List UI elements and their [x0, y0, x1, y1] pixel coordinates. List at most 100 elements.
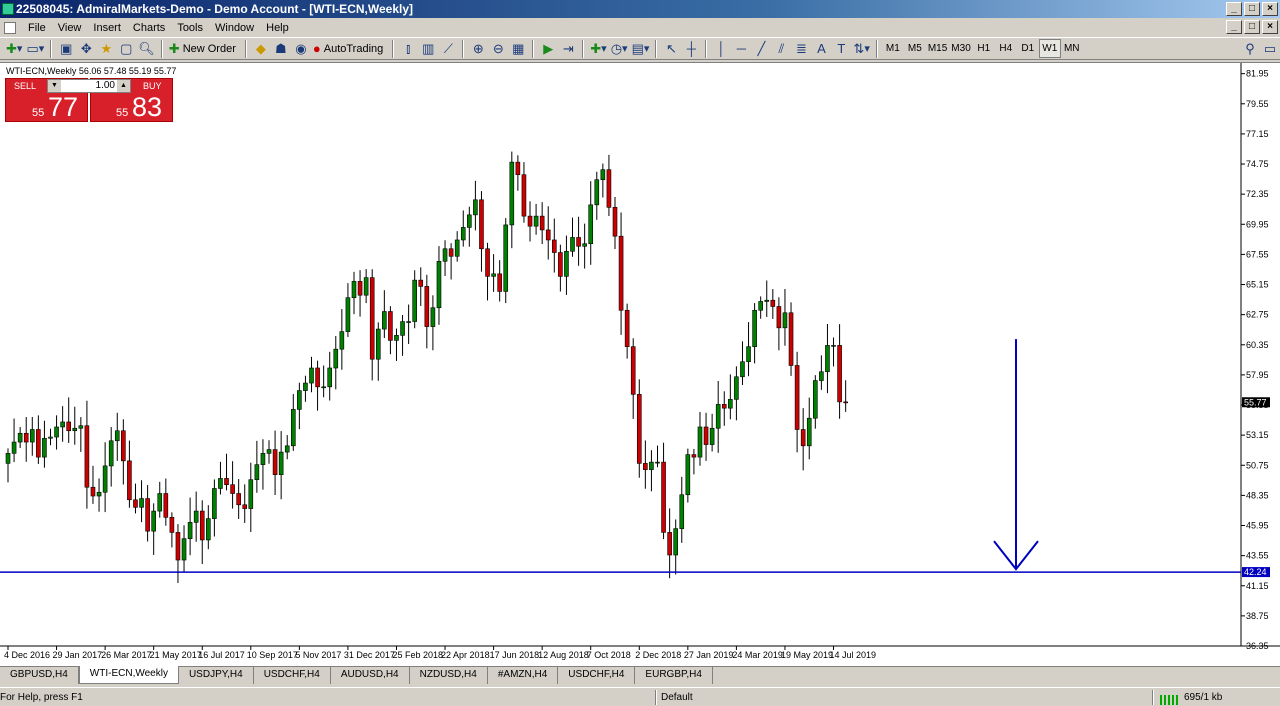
bear-candle: [770, 299, 776, 307]
maximize-button[interactable]: □: [1244, 2, 1260, 16]
bear-candle: [630, 346, 636, 395]
new-chart-icon[interactable]: ✚ ▾: [4, 39, 24, 58]
chart-canvas[interactable]: 81.95 79.55 77.15 74.75 72.35 69.95 67.55 65.15…: [0, 63, 1280, 667]
menu-tools[interactable]: Tools: [171, 22, 209, 34]
timeframe-mn[interactable]: MN: [1061, 39, 1083, 58]
bar-chart-icon[interactable]: ⫾: [398, 39, 418, 58]
indicators-icon[interactable]: ✚ ▾: [588, 39, 608, 58]
connection-traffic: 695/1 kb: [1184, 692, 1223, 703]
close-button[interactable]: ×: [1262, 2, 1278, 16]
menu-file[interactable]: File: [22, 22, 52, 34]
bear-candle: [479, 199, 484, 250]
volume-down-icon[interactable]: ▼: [48, 80, 61, 92]
x-tick-label: 2 Dec 2018: [635, 650, 681, 660]
bull-candle: [764, 299, 770, 302]
timeframe-d1[interactable]: D1: [1017, 39, 1039, 58]
candlestick-icon[interactable]: ▥: [418, 39, 438, 58]
zoom-in-icon[interactable]: ⊕: [468, 39, 488, 58]
autotrading-button[interactable]: ● AutoTrading: [311, 39, 388, 58]
minimize-button[interactable]: _: [1226, 2, 1242, 16]
zoom-out-icon[interactable]: ⊖: [488, 39, 508, 58]
bull-candle: [594, 179, 600, 206]
autoscroll-icon[interactable]: ▶: [538, 39, 558, 58]
x-tick-label: 12 Aug 2018: [538, 650, 589, 660]
document-icon[interactable]: [4, 21, 16, 34]
menu-view[interactable]: View: [52, 22, 88, 34]
y-tick-label: 65.15: [1246, 280, 1269, 290]
timeframe-m1[interactable]: M1: [882, 39, 904, 58]
tab-usdchf-h4[interactable]: USDCHF,H4: [254, 667, 331, 684]
volume-field[interactable]: ▼ 1.00 ▲: [47, 79, 131, 93]
data-window-icon[interactable]: ✥: [76, 39, 96, 58]
connection-status[interactable]: 695/1 kb: [1160, 688, 1222, 706]
tab-gbpusd-h4[interactable]: GBPUSD,H4: [0, 667, 79, 684]
bear-candle: [121, 430, 126, 462]
timeframe-m15[interactable]: M15: [926, 39, 949, 58]
crosshair-icon[interactable]: ┼: [681, 39, 701, 58]
fibonacci-icon[interactable]: ≣: [791, 39, 811, 58]
menu-window[interactable]: Window: [209, 22, 260, 34]
menu-insert[interactable]: Insert: [87, 22, 127, 34]
text-icon[interactable]: A: [811, 39, 831, 58]
one-click-trading-panel: SELL 55 77 BUY 55 83 ▼ 1.00 ▲: [5, 78, 173, 122]
bull-candle: [157, 493, 163, 512]
vertical-line-icon[interactable]: │: [711, 39, 731, 58]
templates-icon[interactable]: ▤ ▾: [630, 39, 652, 58]
bull-candle: [679, 494, 685, 529]
chart-window[interactable]: 81.95 79.55 77.15 74.75 72.35 69.95 67.55 65.15…: [0, 62, 1280, 666]
tab-amzn-h4[interactable]: #AMZN,H4: [488, 667, 559, 684]
tab-usdchf-h4-2[interactable]: USDCHF,H4: [558, 667, 636, 684]
signals-icon[interactable]: ☗: [271, 39, 291, 58]
sell-price-big: 77: [48, 92, 79, 122]
mdi-close-button[interactable]: ×: [1262, 20, 1278, 34]
x-tick-label: 5 Nov 2017: [295, 650, 341, 660]
timeframe-m5[interactable]: M5: [904, 39, 926, 58]
tile-windows-icon[interactable]: ▦: [508, 39, 528, 58]
chat-icon[interactable]: ▭: [1260, 39, 1280, 58]
tab-audusd-h4[interactable]: AUDUSD,H4: [331, 667, 410, 684]
bear-candle: [636, 394, 642, 464]
timeframe-m30[interactable]: M30: [949, 39, 972, 58]
vps-icon[interactable]: ◉: [291, 39, 311, 58]
mdi-restore-button[interactable]: □: [1244, 20, 1260, 34]
menu-help[interactable]: Help: [260, 22, 295, 34]
arrows-icon[interactable]: ⇅ ▾: [851, 39, 871, 58]
search-icon[interactable]: ⚲: [1240, 39, 1260, 58]
tab-nzdusd-h4[interactable]: NZDUSD,H4: [410, 667, 488, 684]
tab-eurgbp-h4[interactable]: EURGBP,H4: [635, 667, 713, 684]
navigator-icon[interactable]: ★: [96, 39, 116, 58]
strategy-tester-icon[interactable]: 🔍︎: [136, 39, 157, 58]
current-price-label: 55.77: [1244, 397, 1267, 407]
trendline-icon[interactable]: ╱: [751, 39, 771, 58]
timeframe-h1[interactable]: H1: [973, 39, 995, 58]
timeframe-w1[interactable]: W1: [1038, 39, 1061, 58]
menu-charts[interactable]: Charts: [127, 22, 171, 34]
bull-candle: [29, 429, 35, 443]
text-label-icon[interactable]: T: [831, 39, 851, 58]
volume-value[interactable]: 1.00: [61, 80, 117, 92]
timeframe-h4[interactable]: H4: [995, 39, 1017, 58]
periods-icon[interactable]: ◷ ▾: [609, 39, 630, 58]
bear-candle: [133, 499, 138, 508]
bear-candle: [837, 345, 842, 403]
horizontal-line-icon[interactable]: ─: [731, 39, 751, 58]
market-watch-icon[interactable]: ▣: [56, 39, 76, 58]
channel-icon[interactable]: ⫽: [771, 39, 791, 58]
profiles-icon[interactable]: ▭ ▾: [24, 39, 46, 58]
tab-usdjpy-h4[interactable]: USDJPY,H4: [179, 667, 254, 684]
tab-wti-ecn-weekly[interactable]: WTI-ECN,Weekly: [78, 666, 179, 684]
title-bar: 22508045: AdmiralMarkets-Demo - Demo Acc…: [0, 0, 1280, 18]
bull-candle: [746, 346, 751, 363]
chart-shift-icon[interactable]: ⇥: [558, 39, 578, 58]
bear-candle: [169, 517, 175, 533]
line-chart-icon[interactable]: ⟋: [438, 39, 458, 58]
new-order-button[interactable]: ✚ New Order: [167, 39, 241, 58]
cursor-icon[interactable]: ↖: [661, 39, 681, 58]
bull-candle: [709, 427, 715, 445]
metaeditor-icon[interactable]: ◆: [251, 39, 271, 58]
volume-up-icon[interactable]: ▲: [117, 80, 130, 92]
terminal-icon[interactable]: ▢: [116, 39, 136, 58]
mdi-minimize-button[interactable]: _: [1226, 20, 1242, 34]
window-title: 22508045: AdmiralMarkets-Demo - Demo Acc…: [16, 2, 413, 16]
bull-candle: [363, 277, 369, 296]
